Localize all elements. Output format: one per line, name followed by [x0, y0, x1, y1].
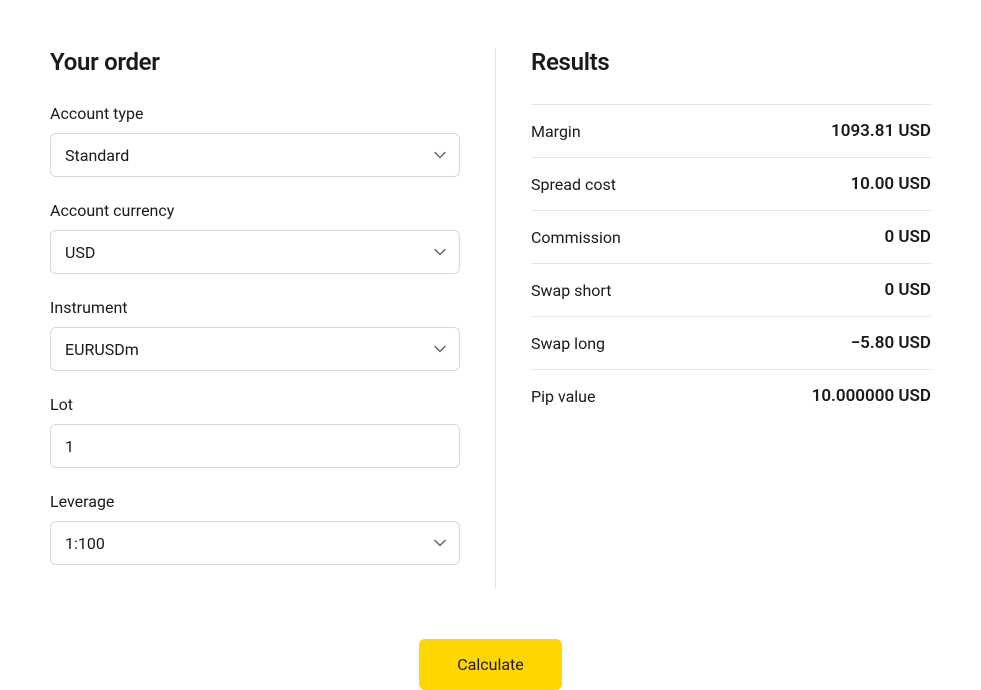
order-title: Your order [50, 48, 460, 76]
lot-label: Lot [50, 395, 460, 414]
result-label: Commission [531, 228, 621, 247]
leverage-group: Leverage [50, 492, 460, 565]
lot-control [50, 424, 460, 468]
instrument-label: Instrument [50, 298, 460, 317]
instrument-group: Instrument [50, 298, 460, 371]
calculator-container: Your order Account type Account currency… [50, 48, 931, 589]
result-label: Pip value [531, 387, 595, 406]
result-value: 0 USD [884, 227, 931, 247]
account-currency-control [50, 230, 460, 274]
account-type-control [50, 133, 460, 177]
results-title: Results [531, 48, 931, 76]
result-row-margin: Margin 1093.81 USD [531, 104, 931, 157]
leverage-label: Leverage [50, 492, 460, 511]
order-panel: Your order Account type Account currency… [50, 48, 495, 589]
leverage-control [50, 521, 460, 565]
lot-group: Lot [50, 395, 460, 468]
result-value: −5.80 USD [851, 333, 931, 353]
result-value: 1093.81 USD [831, 121, 931, 141]
result-row-pip-value: Pip value 10.000000 USD [531, 369, 931, 422]
result-label: Margin [531, 122, 581, 141]
results-list: Margin 1093.81 USD Spread cost 10.00 USD… [531, 104, 931, 422]
result-value: 10.000000 USD [812, 386, 931, 406]
result-label: Swap long [531, 334, 605, 353]
account-currency-select[interactable] [50, 230, 460, 274]
account-currency-group: Account currency [50, 201, 460, 274]
calculate-button[interactable]: Calculate [419, 639, 562, 690]
lot-input[interactable] [50, 424, 460, 468]
result-label: Swap short [531, 281, 611, 300]
result-row-swap-short: Swap short 0 USD [531, 263, 931, 316]
account-currency-label: Account currency [50, 201, 460, 220]
results-panel: Results Margin 1093.81 USD Spread cost 1… [495, 48, 931, 589]
button-container: Calculate [50, 639, 931, 690]
account-type-select[interactable] [50, 133, 460, 177]
result-label: Spread cost [531, 175, 616, 194]
result-row-spread-cost: Spread cost 10.00 USD [531, 157, 931, 210]
account-type-label: Account type [50, 104, 460, 123]
account-type-group: Account type [50, 104, 460, 177]
instrument-control [50, 327, 460, 371]
leverage-select[interactable] [50, 521, 460, 565]
result-row-swap-long: Swap long −5.80 USD [531, 316, 931, 369]
result-row-commission: Commission 0 USD [531, 210, 931, 263]
instrument-select[interactable] [50, 327, 460, 371]
result-value: 0 USD [884, 280, 931, 300]
result-value: 10.00 USD [850, 174, 931, 194]
